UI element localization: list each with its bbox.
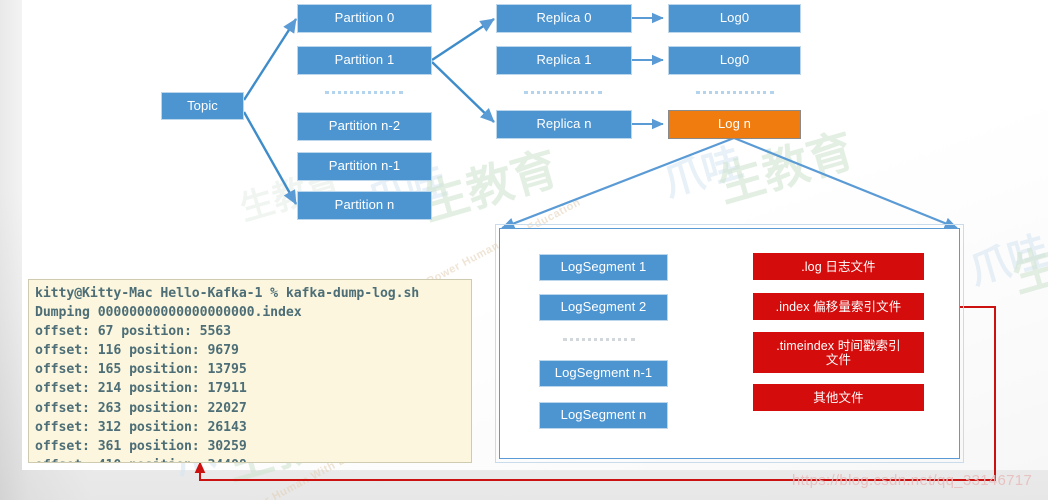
partition-ellipsis <box>325 91 403 97</box>
node-logsegment-2[interactable]: LogSegment 2 <box>539 294 668 321</box>
node-partition-n-2[interactable]: Partition n-2 <box>297 112 432 141</box>
terminal-window[interactable]: kitty@Kitty-Mac Hello-Kafka-1 % kafka-du… <box>28 279 472 463</box>
node-logsegment-n-1[interactable]: LogSegment n-1 <box>539 360 668 387</box>
terminal-output: kitty@Kitty-Mac Hello-Kafka-1 % kafka-du… <box>35 286 420 462</box>
logsegment-ellipsis <box>563 338 635 344</box>
node-logsegment-1[interactable]: LogSegment 1 <box>539 254 668 281</box>
node-replica-1[interactable]: Replica 1 <box>496 46 632 75</box>
node-topic[interactable]: Topic <box>161 92 244 120</box>
node-log-1[interactable]: Log0 <box>668 46 801 75</box>
log-ellipsis <box>696 91 774 97</box>
node-partition-n-1[interactable]: Partition n-1 <box>297 152 432 181</box>
node-log-0[interactable]: Log0 <box>668 4 801 33</box>
replica-ellipsis <box>524 91 602 97</box>
node-file-other[interactable]: 其他文件 <box>753 384 924 411</box>
node-replica-n[interactable]: Replica n <box>496 110 632 139</box>
node-replica-0[interactable]: Replica 0 <box>496 4 632 33</box>
node-partition-n[interactable]: Partition n <box>297 191 432 220</box>
node-file-log[interactable]: .log 日志文件 <box>753 253 924 280</box>
node-file-index[interactable]: .index 偏移量索引文件 <box>753 293 924 320</box>
node-file-timeindex[interactable]: .timeindex 时间戳索引 文件 <box>753 332 924 373</box>
diagram-canvas: 爪哇 生教育 Power Human With Education 爪哇 生教育… <box>0 0 1048 500</box>
node-log-n[interactable]: Log n <box>668 110 801 139</box>
node-logsegment-n[interactable]: LogSegment n <box>539 402 668 429</box>
node-partition-1[interactable]: Partition 1 <box>297 46 432 75</box>
node-partition-0[interactable]: Partition 0 <box>297 4 432 33</box>
